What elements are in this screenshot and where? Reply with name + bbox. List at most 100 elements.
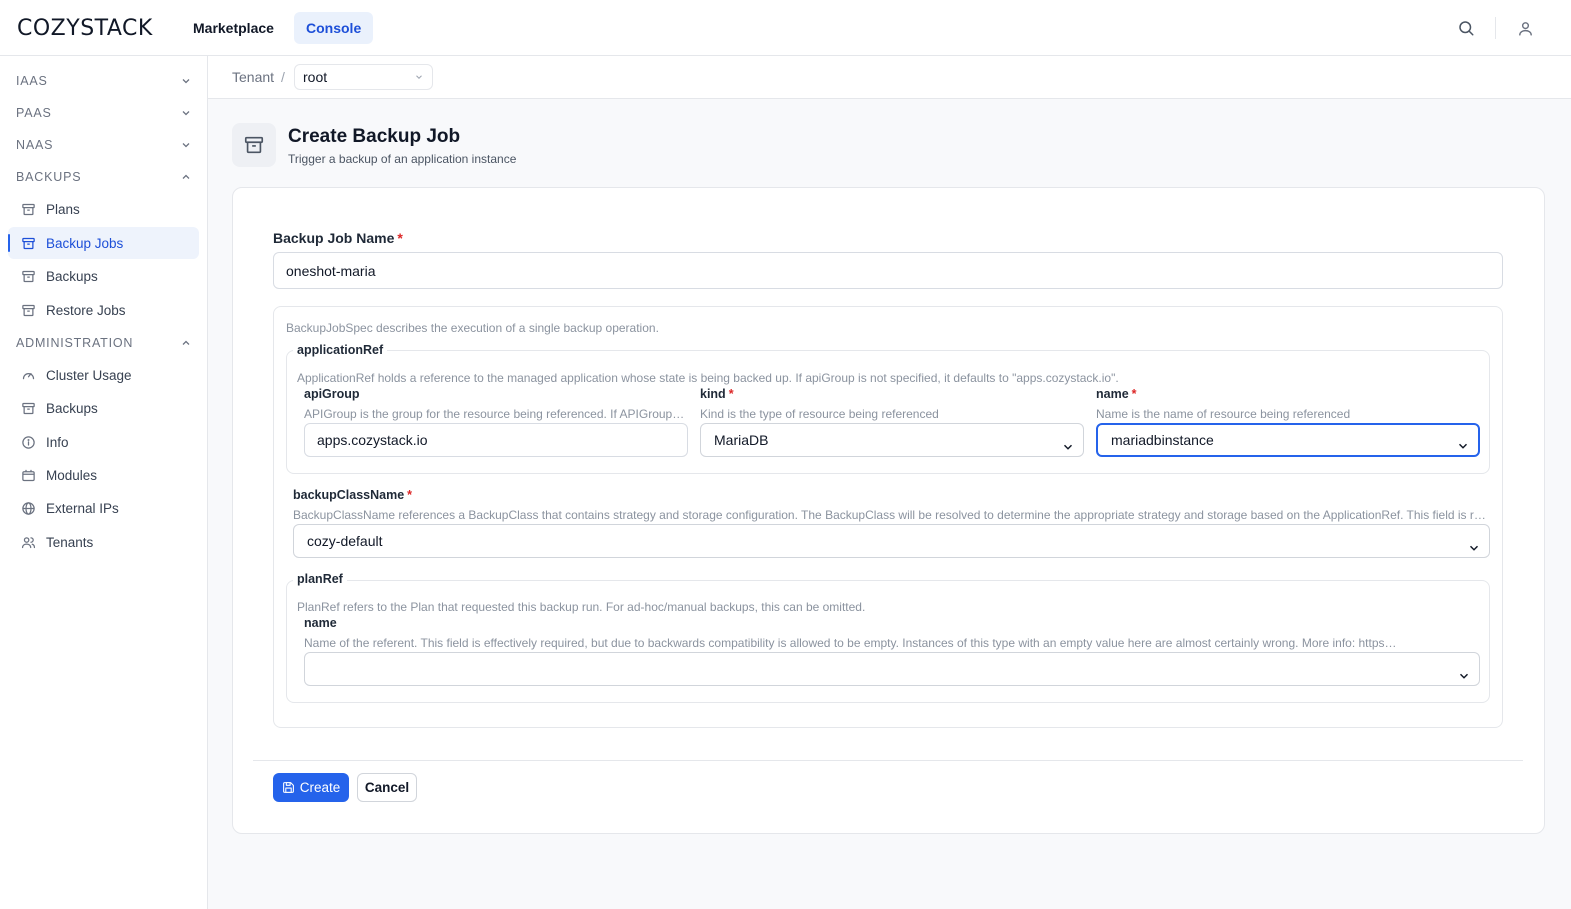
sidebar-item-label: Plans (46, 201, 80, 217)
section-label: ADMINISTRATION (16, 336, 134, 350)
backup-job-name-input[interactable] (273, 252, 1503, 289)
name-description: Name is the name of resource being refer… (1096, 407, 1351, 421)
label-text: kind (700, 387, 726, 401)
sidebar-item-label: Tenants (46, 534, 94, 550)
name-label: name * (1096, 387, 1137, 401)
archive-icon (20, 302, 36, 318)
required-marker: * (407, 488, 413, 502)
chevron-down-icon (414, 65, 424, 89)
sidebar-item-modules[interactable]: Modules (8, 459, 199, 491)
label-text: Backup Job Name (273, 230, 395, 246)
header-divider (1495, 17, 1496, 39)
plan-ref-legend: planRef (293, 572, 347, 586)
create-button[interactable]: Create (273, 773, 349, 802)
logo[interactable]: COZYSTACK (17, 16, 153, 41)
application-ref-description: ApplicationRef holds a reference to the … (297, 371, 1119, 385)
kind-select-value: MariaDB (714, 432, 769, 448)
backup-job-name-label: Backup Job Name * (273, 230, 403, 246)
sidebar-item-backup-jobs[interactable]: Backup Jobs (8, 227, 199, 259)
api-group-description: APIGroup is the group for the resource b… (304, 407, 686, 421)
required-marker: * (728, 387, 734, 401)
sidebar-item-label: Restore Jobs (46, 302, 126, 318)
top-bar: COZYSTACK Marketplace Console (0, 0, 1571, 56)
label-text: backupClassName (293, 488, 405, 502)
kind-description: Kind is the type of resource being refer… (700, 407, 939, 421)
plan-ref-name-select[interactable] (304, 652, 1480, 686)
sidebar: IAAS PAAS NAAS BACKUPS Plans Backup Jobs… (0, 56, 208, 909)
form-divider (253, 760, 1523, 761)
sidebar-item-external-ips[interactable]: External IPs (8, 492, 199, 524)
sidebar-item-label: Backups (46, 268, 98, 284)
chevron-down-icon (1061, 433, 1075, 450)
archive-icon (20, 201, 36, 217)
sidebar-section-paas[interactable]: PAAS (16, 102, 192, 124)
plan-ref-description: PlanRef refers to the Plan that requeste… (297, 600, 866, 614)
api-group-label: apiGroup (304, 387, 360, 401)
tenant-select[interactable]: root (294, 64, 433, 90)
sidebar-item-info[interactable]: Info (8, 426, 199, 458)
chevron-down-icon (182, 111, 190, 116)
sidebar-item-label: Cluster Usage (46, 367, 132, 383)
chevron-down-icon (1457, 662, 1471, 679)
nav-console[interactable]: Console (294, 12, 374, 44)
plan-ref-name-description: Name of the referent. This field is effe… (304, 636, 1398, 650)
archive-icon (20, 235, 36, 251)
page-subtitle: Trigger a backup of an application insta… (288, 152, 517, 166)
section-label: NAAS (16, 138, 54, 152)
page-title: Create Backup Job (288, 126, 461, 147)
plan-ref-name-label: name (304, 616, 337, 630)
spec-description: BackupJobSpec describes the execution of… (286, 321, 659, 335)
create-button-label: Create (299, 780, 341, 795)
chevron-up-icon (182, 174, 190, 179)
breadcrumb: Tenant / root (208, 56, 1571, 99)
sidebar-item-restore-jobs[interactable]: Restore Jobs (8, 294, 199, 326)
sidebar-section-naas[interactable]: NAAS (16, 134, 192, 156)
sidebar-item-label: Backups (46, 400, 98, 416)
section-label: IAAS (16, 74, 48, 88)
search-icon[interactable] (1454, 16, 1478, 40)
name-select[interactable]: mariadbinstance (1096, 423, 1480, 457)
sidebar-section-administration[interactable]: ADMINISTRATION (16, 332, 192, 354)
cancel-button[interactable]: Cancel (357, 773, 417, 802)
sidebar-item-plans[interactable]: Plans (8, 193, 199, 225)
backup-class-name-label: backupClassName * (293, 488, 412, 502)
sidebar-item-label: Modules (46, 467, 98, 483)
backup-class-name-description: BackupClassName references a BackupClass… (293, 508, 1488, 522)
sidebar-item-tenants[interactable]: Tenants (8, 526, 199, 558)
chevron-up-icon (182, 340, 190, 345)
required-marker: * (1131, 387, 1137, 401)
label-text: name (1096, 387, 1129, 401)
chevron-down-icon (1467, 534, 1481, 551)
section-label: BACKUPS (16, 170, 82, 184)
kind-label: kind * (700, 387, 734, 401)
archive-icon (20, 400, 36, 416)
archive-icon (232, 123, 276, 167)
chevron-down-icon (182, 79, 190, 84)
required-marker: * (397, 230, 403, 246)
kind-select[interactable]: MariaDB (700, 423, 1084, 457)
sidebar-item-cluster-usage[interactable]: Cluster Usage (8, 359, 199, 391)
chevron-down-icon (182, 143, 190, 148)
api-group-input[interactable] (304, 423, 688, 457)
sidebar-item-backups[interactable]: Backups (8, 260, 199, 292)
nav-marketplace[interactable]: Marketplace (181, 12, 286, 44)
name-select-value: mariadbinstance (1111, 432, 1214, 448)
sidebar-item-label: Backup Jobs (46, 235, 124, 251)
cancel-button-label: Cancel (364, 780, 410, 795)
sidebar-item-label: Info (46, 434, 69, 450)
archive-icon (20, 268, 36, 284)
info-icon (20, 434, 36, 450)
breadcrumb-tenant-label: Tenant (232, 69, 275, 85)
breadcrumb-separator: / (281, 69, 285, 85)
save-icon (282, 782, 294, 793)
sidebar-item-admin-backups[interactable]: Backups (8, 392, 199, 424)
backup-class-name-select[interactable]: cozy-default (293, 524, 1490, 558)
section-label: PAAS (16, 106, 52, 120)
sidebar-section-backups[interactable]: BACKUPS (16, 166, 192, 188)
users-icon (20, 534, 36, 550)
tenant-select-value: root (303, 69, 328, 85)
chevron-down-icon (1456, 433, 1470, 449)
sidebar-item-label: External IPs (46, 500, 119, 516)
user-icon[interactable] (1513, 16, 1537, 40)
sidebar-section-iaas[interactable]: IAAS (16, 70, 192, 92)
